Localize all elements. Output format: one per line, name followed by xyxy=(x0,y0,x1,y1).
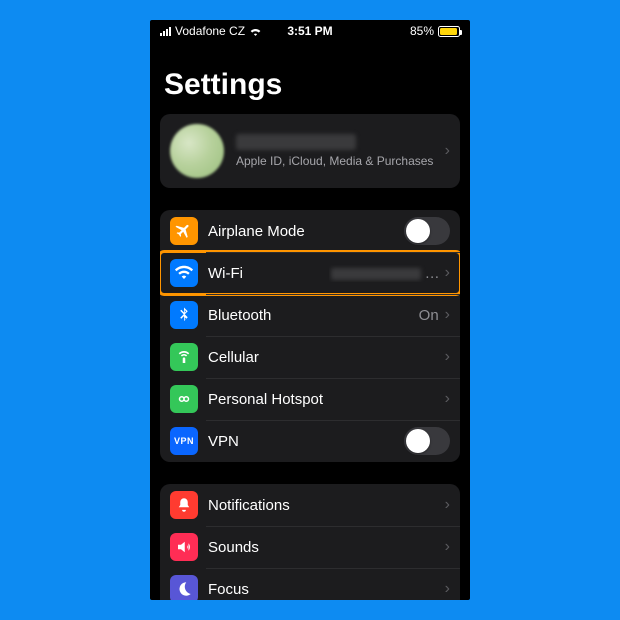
connectivity-group: Airplane Mode Wi-Fi -o… › Bluetooth On xyxy=(160,210,460,462)
hotspot-row[interactable]: Personal Hotspot › xyxy=(160,378,460,420)
wifi-row[interactable]: Wi-Fi -o… › xyxy=(160,252,460,294)
settings-scroll[interactable]: Settings Apple ID, iCloud, Media & Purch… xyxy=(150,42,470,600)
chevron-right-icon: › xyxy=(445,264,450,282)
vpn-label: VPN xyxy=(208,433,404,450)
vpn-row[interactable]: VPN VPN xyxy=(160,420,460,462)
status-bar: Vodafone CZ 3:51 PM 85% xyxy=(150,20,470,42)
chevron-right-icon: › xyxy=(445,390,450,408)
cellular-icon xyxy=(170,343,198,371)
focus-row[interactable]: Focus › xyxy=(160,568,460,600)
wifi-label: Wi-Fi xyxy=(208,265,329,282)
profile-subtitle: Apple ID, iCloud, Media & Purchases xyxy=(236,154,445,169)
notifications-row[interactable]: Notifications › xyxy=(160,484,460,526)
sounds-label: Sounds xyxy=(208,539,445,556)
battery-icon xyxy=(438,26,460,37)
chevron-right-icon: › xyxy=(445,538,450,556)
notifications-group: Notifications › Sounds › Focus › xyxy=(160,484,460,600)
chevron-right-icon: › xyxy=(445,142,450,160)
bluetooth-value: On xyxy=(419,307,439,324)
focus-label: Focus xyxy=(208,581,445,598)
bluetooth-row[interactable]: Bluetooth On › xyxy=(160,294,460,336)
avatar xyxy=(170,124,224,178)
wifi-network-redacted xyxy=(331,268,421,280)
page-title: Settings xyxy=(164,68,456,102)
chevron-right-icon: › xyxy=(445,306,450,324)
wifi-value: -o… xyxy=(329,265,439,282)
bluetooth-label: Bluetooth xyxy=(208,307,419,324)
hotspot-label: Personal Hotspot xyxy=(208,391,445,408)
bluetooth-icon xyxy=(170,301,198,329)
chevron-right-icon: › xyxy=(445,496,450,514)
notifications-label: Notifications xyxy=(208,497,445,514)
apple-id-row[interactable]: Apple ID, iCloud, Media & Purchases › xyxy=(160,114,460,188)
sounds-row[interactable]: Sounds › xyxy=(160,526,460,568)
airplane-icon xyxy=(170,217,198,245)
notifications-icon xyxy=(170,491,198,519)
vpn-toggle[interactable] xyxy=(404,427,450,455)
profile-name-redacted xyxy=(236,134,356,150)
focus-icon xyxy=(170,575,198,600)
airplane-mode-row[interactable]: Airplane Mode xyxy=(160,210,460,252)
wifi-icon xyxy=(170,259,198,287)
airplane-toggle[interactable] xyxy=(404,217,450,245)
clock: 3:51 PM xyxy=(150,24,470,38)
sounds-icon xyxy=(170,533,198,561)
cellular-label: Cellular xyxy=(208,349,445,366)
chevron-right-icon: › xyxy=(445,348,450,366)
airplane-label: Airplane Mode xyxy=(208,223,404,240)
cellular-row[interactable]: Cellular › xyxy=(160,336,460,378)
vpn-icon: VPN xyxy=(170,427,198,455)
hotspot-icon xyxy=(170,385,198,413)
profile-group: Apple ID, iCloud, Media & Purchases › xyxy=(160,114,460,188)
chevron-right-icon: › xyxy=(445,580,450,598)
phone-frame: Vodafone CZ 3:51 PM 85% Settings Apple I… xyxy=(150,20,470,600)
